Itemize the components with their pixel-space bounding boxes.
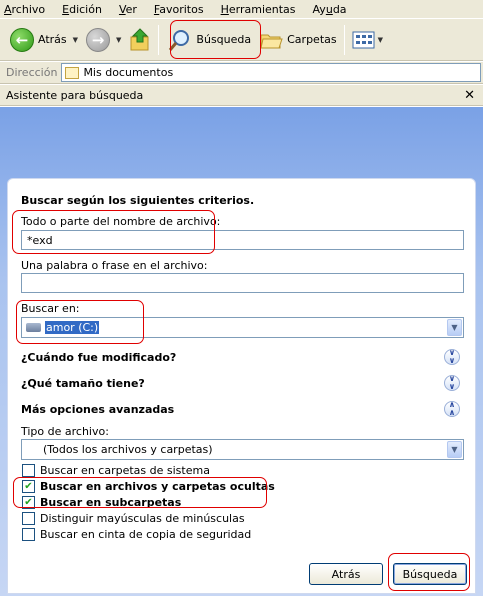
checkbox-system-folders[interactable] (22, 464, 35, 477)
panel-title: Asistente para búsqueda (6, 88, 144, 102)
expand-when-modified-icon[interactable]: ∨ ∨ (444, 349, 460, 365)
back-form-button[interactable]: Atrás (309, 563, 383, 585)
menu-bar: Archivo Edición Ver Favoritos Herramient… (0, 0, 483, 18)
menu-ayuda[interactable]: Ayuda (313, 3, 347, 16)
menu-edicion[interactable]: Edición (62, 3, 102, 16)
folders-icon (260, 34, 283, 48)
views-dropdown-icon[interactable]: ▼ (378, 36, 383, 44)
annotation-search-button (170, 20, 261, 59)
criteria-heading: Buscar según los siguientes criterios. (21, 194, 255, 207)
filetype-value: (Todos los archivos y carpetas) (43, 443, 213, 456)
chevron-down-icon[interactable]: ▼ (447, 441, 462, 458)
option-case-sensitive: Distinguir mayúsculas de minúsculas (40, 512, 245, 525)
what-size-link[interactable]: ¿Qué tamaño tiene? (21, 377, 145, 390)
checkbox-case-sensitive[interactable] (22, 512, 35, 525)
folders-button[interactable]: Carpetas (255, 22, 340, 58)
menu-archivo[interactable]: Archivo (4, 3, 45, 16)
menu-ver[interactable]: Ver (119, 3, 137, 16)
menu-favoritos[interactable]: Favoritos (154, 3, 204, 16)
phrase-label: Una palabra o frase en el archivo: (21, 259, 208, 272)
folders-label: Carpetas (287, 33, 337, 46)
address-bar: Dirección Mis documentos (0, 62, 483, 84)
address-value: Mis documentos (83, 66, 174, 79)
option-backup-tape: Buscar en cinta de copia de seguridad (40, 528, 252, 541)
filetype-select[interactable]: (Todos los archivos y carpetas) ▼ (21, 439, 464, 460)
views-icon (352, 31, 375, 48)
close-icon[interactable]: ✕ (464, 88, 475, 103)
collapse-advanced-icon[interactable]: ∧ ∧ (444, 401, 460, 417)
when-modified-link[interactable]: ¿Cuándo fue modificado? (21, 351, 176, 364)
forward-arrow-icon: → (86, 27, 111, 52)
my-documents-icon (65, 66, 80, 79)
up-folder-button[interactable] (125, 22, 155, 58)
views-button[interactable]: ▼ (348, 22, 387, 58)
option-system-folders: Buscar en carpetas de sistema (40, 464, 210, 477)
forward-button[interactable]: → ▼ (82, 22, 125, 58)
annotation-lookin (16, 300, 144, 344)
advanced-options-link[interactable]: Más opciones avanzadas (21, 403, 174, 416)
annotation-options (13, 477, 267, 508)
back-label: Atrás (38, 33, 67, 46)
address-field[interactable]: Mis documentos (61, 63, 481, 82)
forward-dropdown-icon[interactable]: ▼ (116, 36, 121, 44)
back-button[interactable]: ← Atrás ▼ (6, 22, 82, 58)
chevron-down-icon[interactable]: ▼ (447, 319, 462, 336)
toolbar-separator (343, 24, 345, 55)
address-label: Dirección (6, 66, 58, 79)
annotation-filename (12, 210, 215, 254)
checkbox-backup-tape[interactable] (22, 528, 35, 541)
phrase-input[interactable] (21, 273, 464, 293)
annotation-search-form-button (388, 553, 470, 591)
search-panel-header: Asistente para búsqueda ✕ (0, 85, 483, 106)
up-folder-icon (130, 27, 149, 50)
back-arrow-icon: ← (10, 27, 34, 52)
toolbar-separator (158, 24, 160, 55)
filetype-label: Tipo de archivo: (21, 425, 109, 438)
back-dropdown-icon[interactable]: ▼ (73, 36, 78, 44)
menu-herramientas[interactable]: Herramientas (221, 3, 296, 16)
expand-what-size-icon[interactable]: ∨ ∨ (444, 375, 460, 391)
